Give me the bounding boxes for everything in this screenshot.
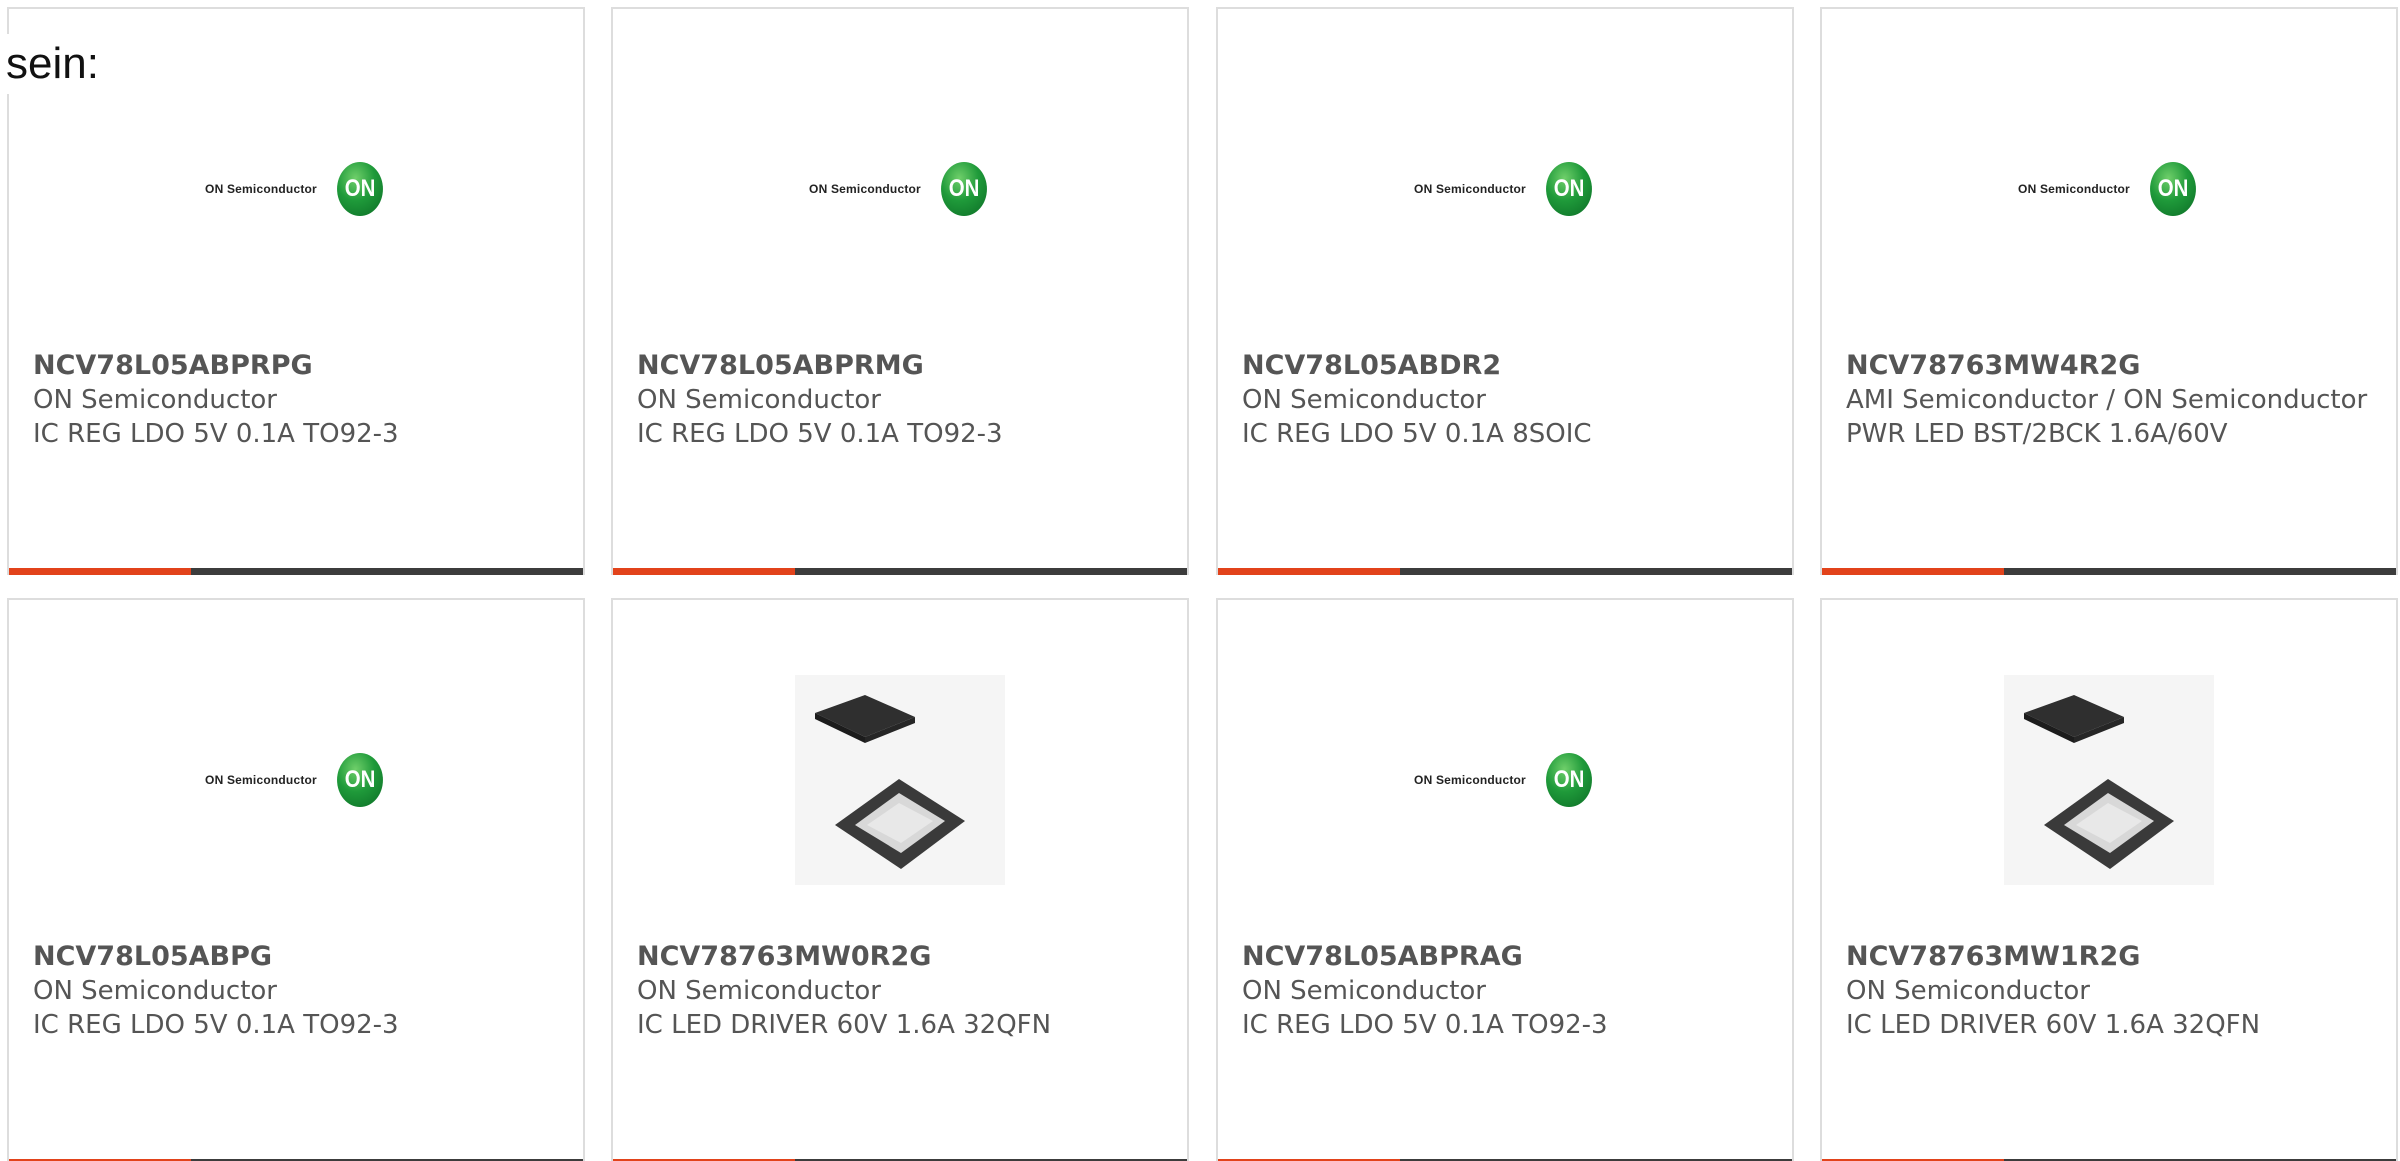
logo-badge-text: ON [344, 766, 376, 793]
on-badge-icon: ON [2149, 162, 2196, 216]
logo-wordmark: ON Semiconductor [205, 182, 317, 196]
product-image[interactable] [1822, 660, 2396, 900]
product-info: NCV78763MW4R2G AMI Semiconductor / ON Se… [1846, 349, 2376, 451]
product-card[interactable]: ON Semiconductor ON NCV78L05ABPRAG ON Se… [1216, 598, 1794, 1161]
product-card[interactable]: ON Semiconductor ON NCV78L05ABPG ON Semi… [7, 598, 585, 1161]
product-card[interactable]: NCV78763MW0R2G ON Semiconductor IC LED D… [611, 598, 1189, 1161]
product-image[interactable]: ON Semiconductor ON [1218, 660, 1792, 900]
card-accent-bar [613, 568, 1187, 575]
manufacturer: ON Semiconductor [1242, 385, 1486, 415]
product-image[interactable]: ON Semiconductor ON [613, 69, 1187, 309]
page: sein: ON Semiconductor ON NCV78L05ABPRPG… [0, 0, 2400, 1161]
part-number[interactable]: NCV78L05ABPRPG [33, 349, 563, 383]
product-description: IC REG LDO 5V 0.1A TO92-3 [33, 419, 399, 449]
logo-badge-text: ON [2157, 175, 2189, 202]
product-card[interactable]: ON Semiconductor ON NCV78L05ABDR2 ON Sem… [1216, 7, 1794, 575]
product-description: IC LED DRIVER 60V 1.6A 32QFN [637, 1010, 1052, 1040]
product-image[interactable] [613, 660, 1187, 900]
logo-wordmark: ON Semiconductor [1414, 773, 1526, 787]
product-image[interactable]: ON Semiconductor ON [9, 69, 583, 309]
manufacturer: AMI Semiconductor / ON Semiconductor [1846, 385, 2368, 415]
product-description: IC REG LDO 5V 0.1A TO92-3 [33, 1010, 399, 1040]
product-description: IC REG LDO 5V 0.1A TO92-3 [637, 419, 1003, 449]
manufacturer: ON Semiconductor [33, 385, 277, 415]
product-info: NCV78L05ABDR2 ON Semiconductor IC REG LD… [1242, 349, 1772, 451]
logo-badge-text: ON [948, 175, 980, 202]
on-semiconductor-logo: ON Semiconductor ON [809, 162, 991, 216]
on-badge-icon: ON [336, 162, 383, 216]
on-semiconductor-logo: ON Semiconductor ON [205, 753, 387, 807]
part-number[interactable]: NCV78763MW4R2G [1846, 349, 2376, 383]
product-card[interactable]: ON Semiconductor ON NCV78763MW4R2G AMI S… [1820, 7, 2398, 575]
part-number[interactable]: NCV78L05ABPRAG [1242, 940, 1772, 974]
accent-segment [1822, 568, 2004, 575]
product-image[interactable]: ON Semiconductor ON [9, 660, 583, 900]
part-number[interactable]: NCV78L05ABDR2 [1242, 349, 1772, 383]
product-description: IC LED DRIVER 60V 1.6A 32QFN [1846, 1010, 2261, 1040]
product-card[interactable]: NCV78763MW1R2G ON Semiconductor IC LED D… [1820, 598, 2398, 1161]
on-badge-icon: ON [940, 162, 987, 216]
card-accent-bar [1822, 568, 2396, 575]
on-semiconductor-logo: ON Semiconductor ON [1414, 753, 1596, 807]
accent-segment [1218, 568, 1400, 575]
logo-wordmark: ON Semiconductor [205, 773, 317, 787]
part-number[interactable]: NCV78763MW1R2G [1846, 940, 2376, 974]
product-description: PWR LED BST/2BCK 1.6A/60V [1846, 419, 2228, 449]
manufacturer: ON Semiconductor [1846, 976, 2090, 1006]
qfn-chip-photo [795, 675, 1005, 885]
accent-segment [613, 568, 795, 575]
product-description: IC REG LDO 5V 0.1A 8SOIC [1242, 419, 1592, 449]
product-info: NCV78L05ABPRAG ON Semiconductor IC REG L… [1242, 940, 1772, 1042]
product-info: NCV78L05ABPRPG ON Semiconductor IC REG L… [33, 349, 563, 451]
logo-badge-text: ON [1553, 175, 1585, 202]
product-info: NCV78763MW0R2G ON Semiconductor IC LED D… [637, 940, 1167, 1042]
logo-wordmark: ON Semiconductor [2018, 182, 2130, 196]
part-number[interactable]: NCV78L05ABPRMG [637, 349, 1167, 383]
product-image[interactable]: ON Semiconductor ON [1218, 69, 1792, 309]
logo-wordmark: ON Semiconductor [809, 182, 921, 196]
card-accent-bar [1218, 568, 1792, 575]
logo-badge-text: ON [344, 175, 376, 202]
product-image[interactable]: ON Semiconductor ON [1822, 69, 2396, 309]
part-number[interactable]: NCV78763MW0R2G [637, 940, 1167, 974]
manufacturer: ON Semiconductor [1242, 976, 1486, 1006]
manufacturer: ON Semiconductor [637, 385, 881, 415]
on-semiconductor-logo: ON Semiconductor ON [2018, 162, 2200, 216]
on-badge-icon: ON [1545, 753, 1592, 807]
card-accent-bar [9, 568, 583, 575]
on-badge-icon: ON [336, 753, 383, 807]
on-semiconductor-logo: ON Semiconductor ON [1414, 162, 1596, 216]
logo-badge-text: ON [1553, 766, 1585, 793]
product-card[interactable]: ON Semiconductor ON NCV78L05ABPRMG ON Se… [611, 7, 1189, 575]
product-description: IC REG LDO 5V 0.1A TO92-3 [1242, 1010, 1608, 1040]
part-number[interactable]: NCV78L05ABPG [33, 940, 563, 974]
manufacturer: ON Semiconductor [637, 976, 881, 1006]
on-badge-icon: ON [1545, 162, 1592, 216]
on-semiconductor-logo: ON Semiconductor ON [205, 162, 387, 216]
logo-wordmark: ON Semiconductor [1414, 182, 1526, 196]
manufacturer: ON Semiconductor [33, 976, 277, 1006]
product-info: NCV78763MW1R2G ON Semiconductor IC LED D… [1846, 940, 2376, 1042]
product-info: NCV78L05ABPRMG ON Semiconductor IC REG L… [637, 349, 1167, 451]
product-info: NCV78L05ABPG ON Semiconductor IC REG LDO… [33, 940, 563, 1042]
accent-segment [9, 568, 191, 575]
intro-text: sein: [6, 34, 99, 94]
qfn-chip-photo [2004, 675, 2214, 885]
